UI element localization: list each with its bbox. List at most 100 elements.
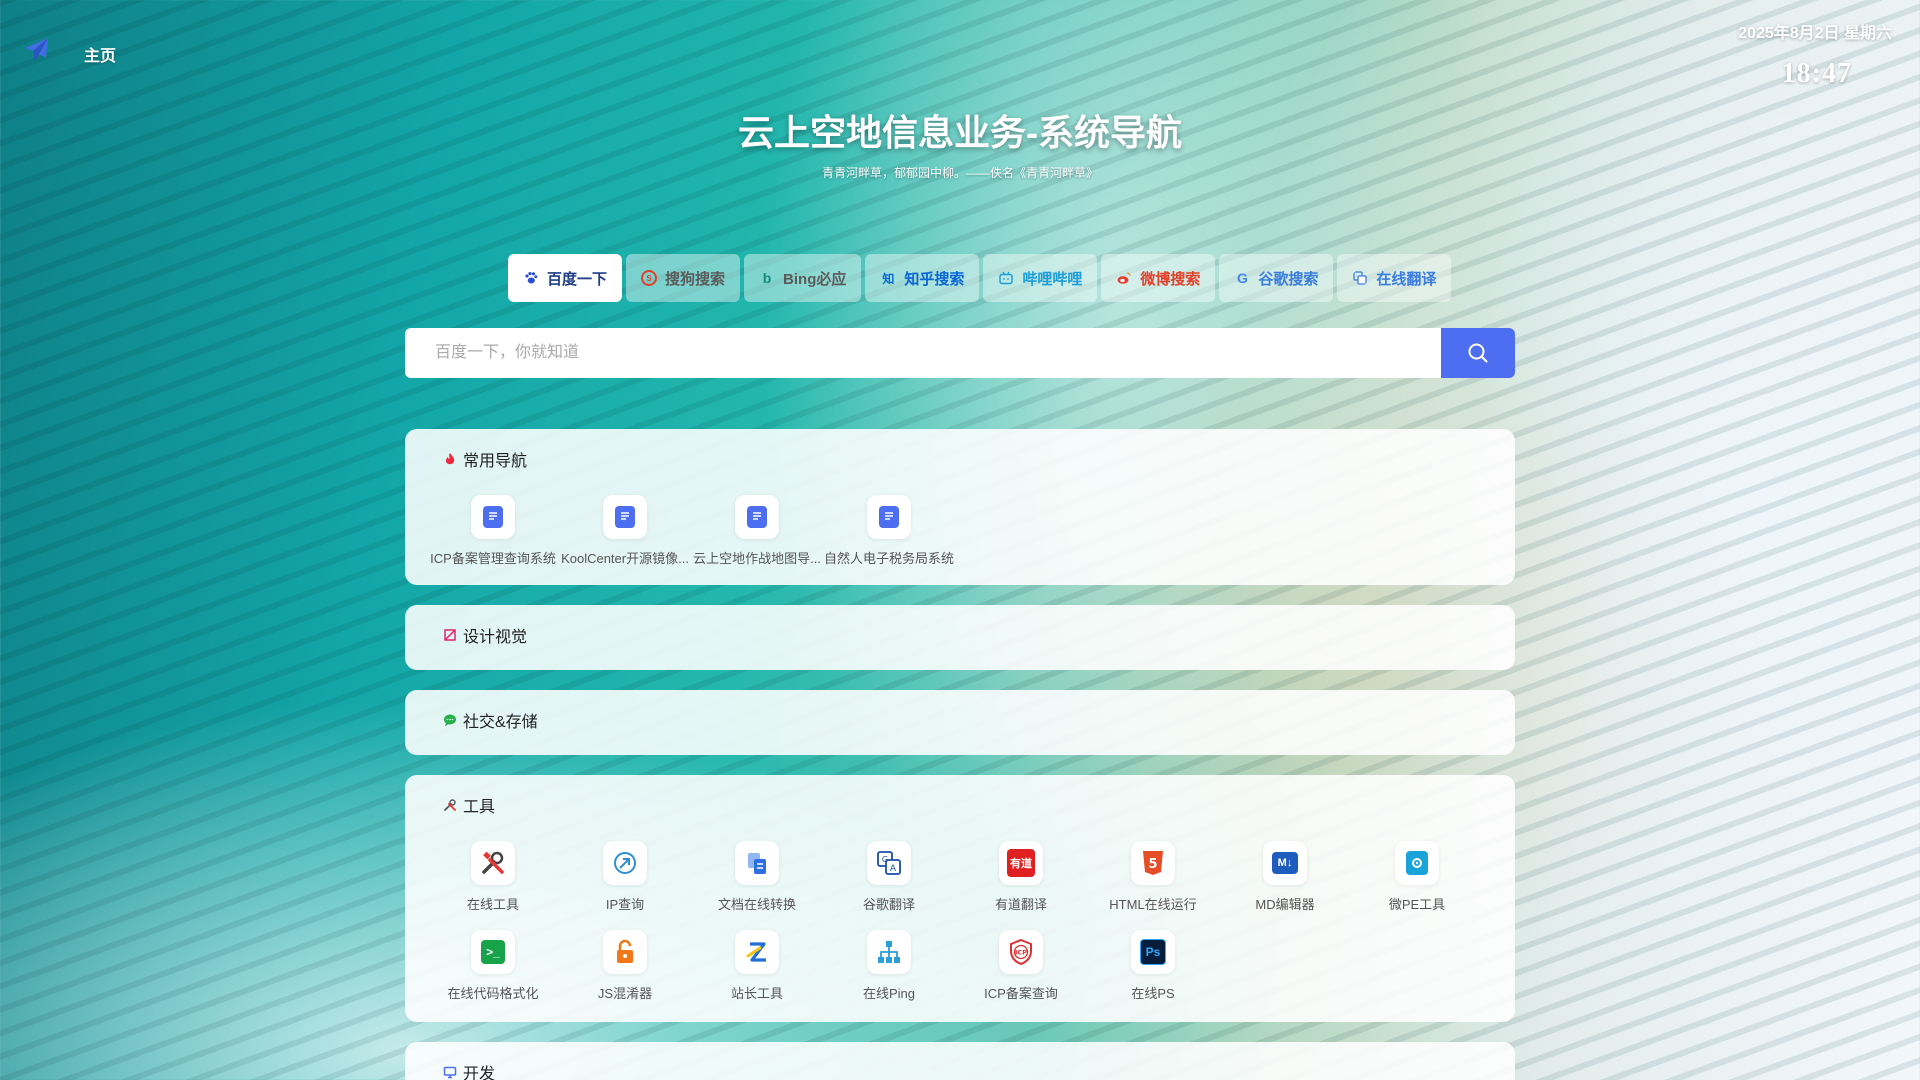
google-translate-icon: A G	[867, 841, 911, 885]
tools-icon	[444, 799, 456, 811]
html5-icon: 5	[1131, 841, 1175, 885]
item-label: KoolCenter开源镜像...	[561, 551, 689, 566]
zhihu-icon: 知	[882, 271, 895, 286]
engine-label: 百度一下	[547, 270, 608, 288]
doc-icon	[867, 495, 911, 539]
item-label: ICP备案查询	[984, 986, 1058, 1001]
item-label: 谷歌翻译	[862, 897, 915, 912]
search-button[interactable]	[1441, 328, 1515, 378]
engine-label: 知乎搜索	[904, 270, 965, 288]
site-title: 云上空地信息业务-系统导航	[738, 112, 1182, 153]
tool-doc-convert[interactable]: 文档在线转换	[691, 841, 823, 913]
google-icon: G	[1236, 270, 1248, 286]
search-input[interactable]	[405, 328, 1441, 378]
engine-tab-google[interactable]: G 谷歌搜索	[1219, 254, 1334, 302]
weibo-icon	[1117, 272, 1132, 284]
paper-plane-logo-icon[interactable]	[22, 36, 50, 64]
engine-tab-bing[interactable]: b Bing必应	[744, 254, 862, 302]
sogou-icon: S	[641, 270, 658, 286]
engine-label: 谷歌搜索	[1258, 270, 1319, 288]
tool-js-obfuscator[interactable]: JS混淆器	[559, 930, 691, 1002]
item-label: ICP备案管理查询系统	[430, 551, 556, 566]
nav-item-koolcenter[interactable]: KoolCenter开源镜像...	[559, 495, 691, 567]
tool-html-run[interactable]: 5 HTML在线运行	[1087, 841, 1219, 913]
bilibili-icon	[999, 271, 1014, 285]
engine-label: Bing必应	[783, 270, 847, 288]
item-label: HTML在线运行	[1109, 897, 1197, 912]
chat-icon	[444, 714, 456, 726]
photoshop-icon: Ps	[1131, 930, 1175, 974]
tool-icp-query[interactable]: ICP ICP备案查询	[955, 930, 1087, 1002]
doc-icon	[471, 495, 515, 539]
tool-youdao[interactable]: 有道 有道翻译	[955, 841, 1087, 913]
lock-icon	[603, 930, 647, 974]
nav-home-link[interactable]: 主页	[84, 42, 116, 66]
search-bar	[405, 328, 1515, 378]
fire-icon	[445, 453, 455, 465]
section-tools: 工具 在线工具 IP查询 文档在线转换 A G 谷歌翻译 有道 有道翻译 5 H…	[405, 775, 1515, 1022]
design-icon	[444, 629, 456, 641]
translate-icon	[1353, 271, 1368, 285]
tool-google-translate[interactable]: A G 谷歌翻译	[823, 841, 955, 913]
site-quote: 青青河畔草，郁郁园中柳。——佚名《青青河畔草》	[821, 166, 1098, 180]
section-common-nav: 常用导航 ICP备案管理查询系统 KoolCenter开源镜像... 云上空地作…	[405, 429, 1515, 585]
svg-text:5: 5	[1148, 857, 1157, 872]
chinaz-icon	[735, 930, 779, 974]
doc-icon	[735, 495, 779, 539]
paw-icon	[525, 272, 538, 284]
current-date: 2025年8月2日 星期六	[1738, 25, 1892, 42]
item-label: JS混淆器	[597, 986, 653, 1001]
section-development: 开发	[405, 1042, 1515, 1080]
engine-label: 搜狗搜索	[665, 270, 726, 288]
engine-tab-bilibili[interactable]: 哔哩哔哩	[983, 254, 1098, 302]
item-grid: ICP备案管理查询系统 KoolCenter开源镜像... 云上空地作战地图导.…	[427, 495, 1493, 567]
engine-tab-weibo[interactable]: 微博搜索	[1101, 254, 1216, 302]
bing-icon: b	[762, 270, 772, 286]
svg-text:G: G	[882, 855, 888, 864]
tool-online-tools[interactable]: 在线工具	[427, 841, 559, 913]
item-label: 自然人电子税务局系统	[823, 551, 954, 566]
section-design-visual: 设计视觉	[405, 605, 1515, 670]
convert-icon	[735, 841, 779, 885]
item-label: 在线工具	[466, 897, 519, 912]
item-label: 在线代码格式化	[447, 986, 539, 1001]
search-icon	[1468, 343, 1488, 363]
nav-item-tax-system[interactable]: 自然人电子税务局系统	[823, 495, 955, 567]
monitor-icon	[443, 1066, 457, 1079]
section-title: 开发	[443, 1060, 495, 1080]
section-social-storage: 社交&存储	[405, 690, 1515, 755]
section-title: 工具	[443, 793, 495, 817]
item-label: 文档在线转换	[717, 897, 796, 912]
tool-md-editor[interactable]: M↓ MD编辑器	[1219, 841, 1351, 913]
item-label: MD编辑器	[1255, 897, 1315, 912]
section-title: 常用导航	[443, 447, 527, 471]
item-label: 在线Ping	[862, 986, 916, 1001]
tool-webmaster[interactable]: 站长工具	[691, 930, 823, 1002]
network-icon	[867, 930, 911, 974]
engine-label: 在线翻译	[1376, 270, 1437, 288]
tool-ip-query[interactable]: IP查询	[559, 841, 691, 913]
nav-item-icp-system[interactable]: ICP备案管理查询系统	[427, 495, 559, 567]
item-label: IP查询	[605, 897, 645, 912]
tool-wepe[interactable]: 微PE工具	[1351, 841, 1483, 913]
item-grid: 在线工具 IP查询 文档在线转换 A G 谷歌翻译 有道 有道翻译 5 HTML…	[427, 841, 1493, 1002]
engine-tab-sogou[interactable]: S 搜狗搜索	[626, 254, 741, 302]
svg-text:ICP: ICP	[1015, 949, 1027, 957]
tool-code-format[interactable]: >_ 在线代码格式化	[427, 930, 559, 1002]
section-title: 设计视觉	[443, 623, 527, 647]
youdao-icon: 有道	[999, 841, 1043, 885]
engine-tab-zhihu[interactable]: 知 知乎搜索	[865, 254, 980, 302]
nav-item-combat-map[interactable]: 云上空地作战地图导...	[691, 495, 823, 567]
doc-icon	[603, 495, 647, 539]
engine-tab-translate[interactable]: 在线翻译	[1337, 254, 1452, 302]
item-label: 有道翻译	[994, 897, 1047, 912]
tool-online-ping[interactable]: 在线Ping	[823, 930, 955, 1002]
section-title: 社交&存储	[443, 708, 538, 732]
search-engine-tabs: 百度一下 S 搜狗搜索 b Bing必应 知 知乎搜索 哔哩哔哩 微博搜索 G …	[508, 254, 1452, 302]
svg-text:A: A	[890, 864, 897, 874]
engine-label: 微博搜索	[1140, 270, 1201, 288]
tool-online-ps[interactable]: Ps 在线PS	[1087, 930, 1219, 1002]
engine-tab-baidu[interactable]: 百度一下	[508, 254, 623, 302]
ip-icon	[603, 841, 647, 885]
item-label: 站长工具	[730, 986, 783, 1001]
